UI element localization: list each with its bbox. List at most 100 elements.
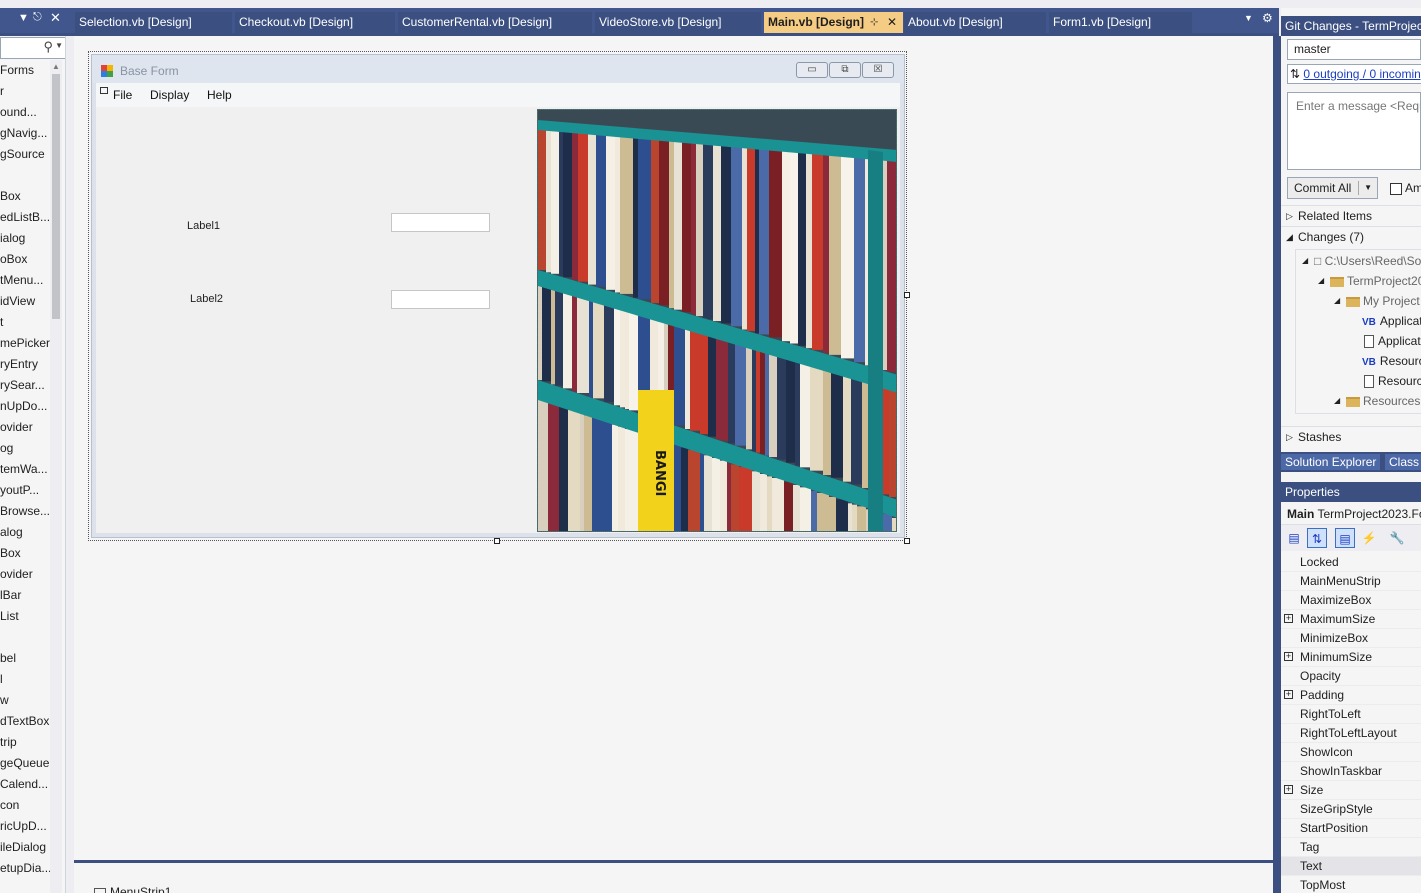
tray-menustrip1[interactable]: MenuStrip1 xyxy=(94,885,171,893)
events-icon[interactable]: ⚡ xyxy=(1359,528,1379,548)
main-menu-strip[interactable]: File Display Help xyxy=(96,83,900,107)
tree-node-application-vb[interactable]: VBApplication xyxy=(1362,311,1421,331)
tab-main-design[interactable]: Main.vb [Design] ⊹ ✕ xyxy=(764,12,903,33)
sync-link[interactable]: 0 outgoing / 0 incoming xyxy=(1303,67,1421,81)
scroll-thumb[interactable] xyxy=(52,74,60,319)
toolbox-item[interactable]: ovider xyxy=(0,564,50,585)
tree-node-application-file[interactable]: Application xyxy=(1364,331,1421,351)
toolbox-item[interactable]: t xyxy=(0,312,50,333)
minimize-button[interactable]: ▭ xyxy=(796,62,828,78)
toolbox-item[interactable]: ryEntry xyxy=(0,354,50,375)
property-row[interactable]: MinimizeBox xyxy=(1281,629,1421,648)
tree-node-project[interactable]: ◢TermProject2023 xyxy=(1318,271,1421,291)
git-changes-title[interactable]: Git Changes - TermProject2023 xyxy=(1281,16,1421,36)
property-row[interactable]: SizeGripStyle xyxy=(1281,800,1421,819)
textbox2[interactable] xyxy=(391,290,490,309)
toolbox-item[interactable]: tMenu... xyxy=(0,270,50,291)
tree-node-my-project[interactable]: ◢ My Project xyxy=(1334,291,1420,311)
scroll-up-icon[interactable]: ▲ xyxy=(52,62,60,71)
menu-help[interactable]: Help xyxy=(207,88,232,102)
chevron-down-icon[interactable]: ▼ xyxy=(1364,178,1372,198)
amend-checkbox[interactable]: Amend xyxy=(1390,181,1421,195)
changes-section[interactable]: ◢ Changes (7) xyxy=(1281,226,1421,247)
close-button[interactable]: ☒ xyxy=(862,62,894,78)
toolbox-item[interactable]: l xyxy=(0,669,50,690)
toolbox-item[interactable]: nUpDo... xyxy=(0,396,50,417)
toolbox-item[interactable]: trip xyxy=(0,732,50,753)
object-selector[interactable]: Main TermProject2023.Form xyxy=(1281,503,1421,525)
toolbox-item[interactable]: Box xyxy=(0,543,50,564)
toolbox-item[interactable]: ovider xyxy=(0,417,50,438)
toolbox-item[interactable]: edListB... xyxy=(0,207,50,228)
toolbox-item[interactable]: Box xyxy=(0,186,50,207)
maximize-button[interactable]: ⧉ xyxy=(829,62,861,78)
toolbox-item[interactable]: List xyxy=(0,606,50,627)
resize-handle-bottom[interactable] xyxy=(494,538,500,544)
picture-box[interactable]: BANGI xyxy=(537,109,897,532)
property-row[interactable]: Tag xyxy=(1281,838,1421,857)
tab-about-design[interactable]: About.vb [Design] xyxy=(904,12,1046,33)
wrench-icon[interactable]: 🔧 xyxy=(1387,528,1407,548)
chevron-down-icon[interactable]: ▼ xyxy=(55,41,63,50)
expand-icon[interactable]: + xyxy=(1284,690,1293,699)
stashes-section[interactable]: ▷ Stashes xyxy=(1281,426,1421,447)
checkbox-icon[interactable] xyxy=(1390,182,1402,195)
properties-icon[interactable]: ▤ xyxy=(1335,528,1355,548)
tab-list-dropdown-icon[interactable]: ▼ xyxy=(1244,13,1253,23)
tree-node-resources-folder[interactable]: ◢ Resources xyxy=(1334,391,1420,411)
expand-icon[interactable]: + xyxy=(1284,652,1293,661)
search-icon[interactable]: ⚲ xyxy=(43,39,53,55)
tab-customerrental-design[interactable]: CustomerRental.vb [Design] xyxy=(398,12,592,33)
toolbox-item[interactable]: geQueue xyxy=(0,753,50,774)
expand-icon[interactable]: + xyxy=(1284,614,1293,623)
toolbox-item[interactable]: con xyxy=(0,795,50,816)
toolbox-item[interactable]: rySear... xyxy=(0,375,50,396)
toolbox-item[interactable]: ricUpD... xyxy=(0,816,50,837)
toolbox-item[interactable]: Forms xyxy=(0,60,50,81)
commit-message-input[interactable]: Enter a message <Required> xyxy=(1287,92,1421,170)
tree-node-repo-root[interactable]: ◢□ C:\Users\Reed\Source xyxy=(1302,251,1421,271)
toolbox-item[interactable]: mePicker xyxy=(0,333,50,354)
property-row[interactable]: ShowInTaskbar xyxy=(1281,762,1421,781)
categorized-icon[interactable]: ▤ xyxy=(1284,528,1304,548)
tree-node-resources-resx[interactable]: Resources xyxy=(1364,371,1421,391)
toolbox-item[interactable]: w xyxy=(0,690,50,711)
toolbox-item[interactable]: idView xyxy=(0,291,50,312)
property-row[interactable]: MaximizeBox xyxy=(1281,591,1421,610)
property-row[interactable]: ShowIcon xyxy=(1281,743,1421,762)
toolbox-item[interactable]: Browse... xyxy=(0,501,50,522)
property-row[interactable]: Opacity xyxy=(1281,667,1421,686)
toolbox-item[interactable]: r xyxy=(0,81,50,102)
related-items-section[interactable]: ▷ Related Items xyxy=(1281,205,1421,226)
property-row[interactable]: Locked xyxy=(1281,553,1421,572)
tab-checkout-design[interactable]: Checkout.vb [Design] xyxy=(235,12,395,33)
toolbox-item[interactable]: Calend... xyxy=(0,774,50,795)
toolbox-search-input[interactable]: ⚲ ▼ xyxy=(0,37,65,59)
property-row[interactable]: + MinimumSize xyxy=(1281,648,1421,667)
property-row[interactable]: StartPosition xyxy=(1281,819,1421,838)
tab-class-view[interactable]: Class View xyxy=(1385,454,1421,470)
toolbox-item[interactable]: youtP... xyxy=(0,480,50,501)
toolbox-item[interactable]: lBar xyxy=(0,585,50,606)
tab-form1-design[interactable]: Form1.vb [Design] xyxy=(1049,12,1192,33)
property-row[interactable]: MainMenuStrip xyxy=(1281,572,1421,591)
close-icon[interactable]: ✕ xyxy=(50,10,61,26)
toolbox-item[interactable]: ileDialog xyxy=(0,837,50,858)
toolbox-item[interactable]: og xyxy=(0,438,50,459)
branch-selector[interactable]: master xyxy=(1287,39,1421,60)
form-titlebar[interactable]: Base Form ▭ ⧉ ☒ xyxy=(92,55,904,83)
menu-display[interactable]: Display xyxy=(150,88,189,102)
tree-node-resources-vb[interactable]: VBResources xyxy=(1362,351,1421,371)
label1[interactable]: Label1 xyxy=(187,220,220,232)
toolbox-item[interactable] xyxy=(0,627,50,648)
label2[interactable]: Label2 xyxy=(190,293,223,305)
menu-file[interactable]: File xyxy=(113,88,132,102)
pin-icon[interactable]: ⊹ xyxy=(870,12,878,33)
toolbox-scrollbar[interactable]: ▲ xyxy=(50,60,62,893)
toolbox-item[interactable]: bel xyxy=(0,648,50,669)
toolbox-item[interactable]: temWa... xyxy=(0,459,50,480)
property-row[interactable]: RightToLeftLayout xyxy=(1281,724,1421,743)
textbox1[interactable] xyxy=(391,213,490,232)
toolbox-item[interactable]: gNavig... xyxy=(0,123,50,144)
toolbox-item[interactable]: alog xyxy=(0,522,50,543)
